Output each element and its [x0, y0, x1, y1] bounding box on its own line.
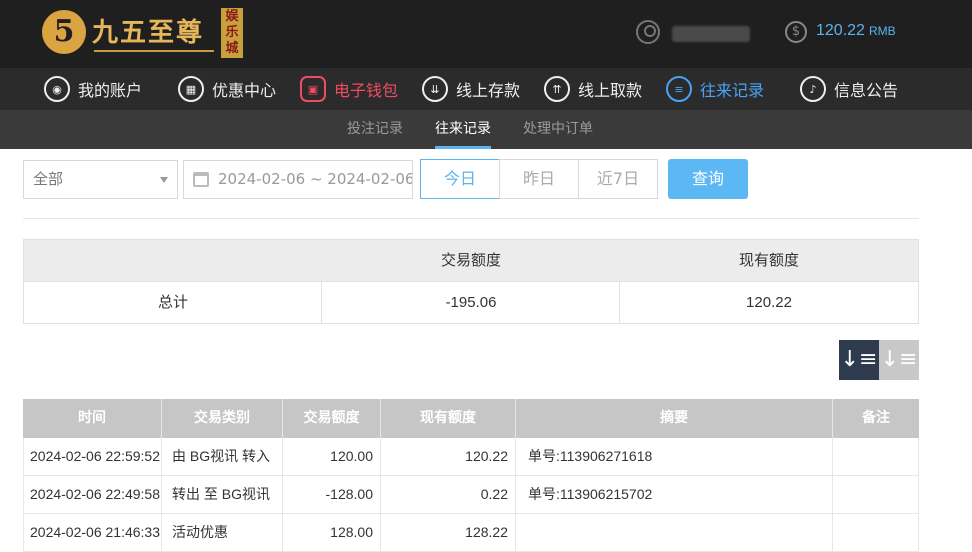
cell-balance: 128.22 — [465, 524, 508, 540]
gift-icon: ▦ — [178, 76, 204, 102]
cell-type: 转出 至 BG视讯 — [172, 486, 271, 502]
row-sep — [161, 438, 162, 476]
caret-down-icon — [160, 177, 168, 183]
sort-descending-icon: ↓≡ — [840, 347, 878, 372]
date-range-input[interactable]: 2024-02-06 ~ 2024-02-06 — [183, 160, 413, 199]
table-row: 2024-02-06 22:59:52 由 BG视讯 转入 120.00 120… — [23, 438, 919, 476]
table-row: 2024-02-06 21:46:33 活动优惠 128.00 128.22 — [23, 514, 919, 552]
account-balance: 120.22 RMB — [816, 22, 896, 40]
cell-summary — [528, 514, 828, 551]
yesterday-button[interactable]: 昨日 — [499, 159, 579, 199]
nav-my-account[interactable]: ◉ 我的账户 — [44, 68, 142, 110]
cell-note — [839, 514, 914, 551]
cell-summary: 单号:113906215702 — [528, 486, 653, 502]
cell-amount: 128.00 — [330, 524, 373, 540]
subtab-transaction-records[interactable]: 往来记录 — [435, 110, 491, 149]
main-nav: ◉ 我的账户 ▦ 优惠中心 ▣ 电子钱包 ⇊ 线上存款 ⇈ 线上取款 ≡ 往来记… — [0, 68, 972, 110]
col-balance: 现有额度 — [420, 410, 476, 426]
wallet-icon: ▣ — [300, 76, 326, 102]
row-sep — [832, 476, 833, 514]
site-logo[interactable]: 5 九五至尊 娱乐城 — [40, 6, 245, 60]
cell-type: 活动优惠 — [172, 524, 228, 540]
summary-total-balance: 120.22 — [746, 294, 792, 311]
summary-col-balance: 现有额度 — [738, 252, 799, 269]
calendar-icon — [193, 172, 209, 187]
nav-online-withdraw[interactable]: ⇈ 线上取款 — [544, 68, 642, 110]
row-sep — [161, 514, 162, 552]
cell-balance: 0.22 — [480, 486, 508, 502]
top-bar: 5 九五至尊 娱乐城 $ 120.22 RMB — [0, 0, 972, 68]
summary-table: 交易额度 现有额度 总计 -195.06 120.22 — [23, 239, 919, 324]
row-sep — [515, 438, 516, 476]
nav-label: 往来记录 — [700, 81, 765, 100]
subtab-bet-records[interactable]: 投注记录 — [347, 110, 403, 149]
col-summary: 摘要 — [660, 410, 688, 426]
col-time: 时间 — [78, 410, 106, 426]
cell-summary: 单号:113906271618 — [528, 448, 653, 464]
logo-badge: 娱乐城 — [221, 8, 243, 58]
summary-col-amount: 交易额度 — [440, 252, 501, 269]
cell-amount: 120.00 — [330, 448, 373, 464]
nav-label: 线上存款 — [456, 81, 521, 100]
subtab-pending-orders[interactable]: 处理中订单 — [523, 110, 593, 149]
cell-note — [839, 438, 914, 475]
nav-announcements[interactable]: ♪ 信息公告 — [800, 68, 898, 110]
withdraw-icon: ⇈ — [544, 76, 570, 102]
cell-amount: -128.00 — [325, 486, 373, 502]
sort-ascending-button[interactable]: ↓≡ — [879, 340, 919, 380]
balance-value: 120.22 — [816, 22, 865, 39]
nav-label: 优惠中心 — [212, 81, 277, 100]
row-sep — [832, 514, 833, 552]
dollar-coin-icon: $ — [785, 21, 807, 43]
nav-label: 线上取款 — [578, 81, 643, 100]
today-button[interactable]: 今日 — [420, 159, 500, 199]
row-sep — [832, 438, 833, 476]
balance-unit: RMB — [868, 24, 896, 38]
logo-underline — [94, 50, 214, 52]
row-sep — [515, 476, 516, 514]
date-range-value: 2024-02-06 ~ 2024-02-06 — [218, 170, 413, 188]
row-sep — [515, 514, 516, 552]
cell-time: 2024-02-06 22:59:52 — [30, 448, 160, 464]
query-button[interactable]: 查询 — [668, 159, 748, 199]
nav-label: 电子钱包 — [334, 81, 399, 100]
records-table-header: 时间 交易类别 交易额度 现有额度 摘要 备注 — [23, 399, 919, 438]
sort-ascending-icon: ↓≡ — [880, 347, 918, 372]
row-sep — [161, 476, 162, 514]
deposit-icon: ⇊ — [422, 76, 448, 102]
nav-promotions[interactable]: ▦ 优惠中心 — [178, 68, 276, 110]
cell-balance: 120.22 — [465, 448, 508, 464]
sub-nav: 投注记录 往来记录 处理中订单 — [0, 110, 972, 149]
record-icon: ≡ — [666, 76, 692, 102]
username-redacted — [672, 26, 750, 42]
user-avatar-icon[interactable] — [636, 20, 660, 44]
logo-text: 九五至尊 — [92, 18, 205, 48]
cell-time: 2024-02-06 21:46:33 — [30, 524, 160, 540]
bell-icon: ♪ — [800, 76, 826, 102]
user-icon: ◉ — [44, 76, 70, 102]
col-note: 备注 — [862, 410, 890, 426]
cell-type: 由 BG视讯 转入 — [172, 448, 271, 464]
cell-note — [839, 476, 914, 513]
sort-descending-button[interactable]: ↓≡ — [839, 340, 879, 380]
table-row: 2024-02-06 22:49:58 转出 至 BG视讯 -128.00 0.… — [23, 476, 919, 514]
nav-online-deposit[interactable]: ⇊ 线上存款 — [422, 68, 520, 110]
summary-row-label: 总计 — [157, 294, 188, 311]
cell-time: 2024-02-06 22:49:58 — [30, 486, 160, 502]
select-value: 全部 — [33, 170, 64, 188]
section-divider — [23, 218, 919, 219]
nav-e-wallet[interactable]: ▣ 电子钱包 — [300, 68, 398, 110]
nav-label: 我的账户 — [78, 81, 143, 100]
nav-transaction-records[interactable]: ≡ 往来记录 — [666, 68, 764, 110]
nav-label: 信息公告 — [834, 81, 899, 100]
transaction-type-select[interactable]: 全部 — [23, 160, 178, 199]
logo-emblem: 5 — [42, 10, 86, 54]
col-type: 交易类别 — [194, 410, 250, 426]
last-7-days-button[interactable]: 近7日 — [578, 159, 658, 199]
col-amount: 交易额度 — [303, 410, 360, 426]
summary-total-amount: -195.06 — [445, 294, 497, 311]
